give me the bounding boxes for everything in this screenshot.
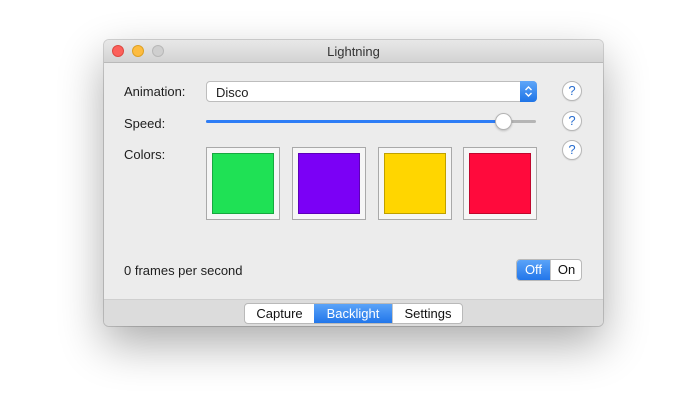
speed-slider[interactable] — [206, 113, 536, 131]
select-arrows-icon — [520, 81, 537, 102]
slider-thumb[interactable] — [494, 113, 512, 130]
speed-label: Speed: — [124, 116, 166, 131]
color-well-3[interactable] — [378, 147, 452, 220]
animation-help-button[interactable]: ? — [562, 81, 582, 101]
colors-help-button[interactable]: ? — [562, 140, 582, 160]
color-swatch — [298, 153, 360, 214]
color-swatch — [469, 153, 531, 214]
window-title: Lightning — [327, 44, 380, 59]
tab-bar: Capture Backlight Settings — [104, 299, 603, 326]
toggle-on-button[interactable]: On — [550, 260, 581, 280]
slider-fill — [206, 120, 503, 123]
color-well-4[interactable] — [463, 147, 537, 220]
speed-help-button[interactable]: ? — [562, 111, 582, 131]
tab-settings[interactable]: Settings — [392, 304, 462, 323]
tab-control: Capture Backlight Settings — [244, 303, 463, 324]
animation-select-value: Disco — [216, 85, 249, 100]
colors-label: Colors: — [124, 147, 166, 162]
animation-select[interactable]: Disco — [206, 81, 537, 102]
lightning-window: Lightning Animation: Disco ? Speed: ? Co… — [104, 40, 603, 326]
animation-label: Animation: — [124, 84, 186, 99]
color-swatch — [212, 153, 274, 214]
fps-status-text: 0 frames per second — [124, 263, 243, 278]
tab-capture[interactable]: Capture — [245, 304, 314, 323]
toggle-off-button[interactable]: Off — [517, 260, 550, 280]
tab-backlight[interactable]: Backlight — [314, 304, 392, 323]
title-bar: Lightning — [104, 40, 603, 63]
color-well-1[interactable] — [206, 147, 280, 220]
power-toggle: Off On — [516, 259, 582, 281]
color-swatch — [384, 153, 446, 214]
color-well-2[interactable] — [292, 147, 366, 220]
